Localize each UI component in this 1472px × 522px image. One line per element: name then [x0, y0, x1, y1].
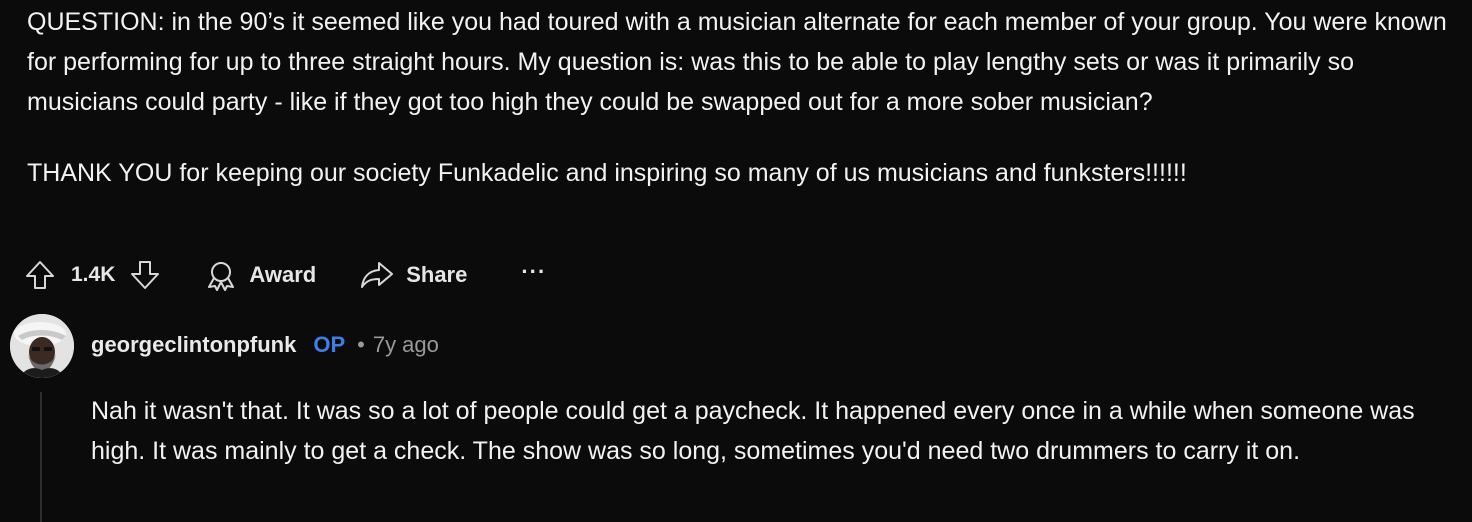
thread-line[interactable] [40, 392, 42, 522]
post-actions-bar: 1.4K Award Share ··· [24, 252, 546, 298]
reply-comment: georgeclintonpfunk OP • 7y ago Nah it wa… [0, 312, 1472, 522]
avatar[interactable] [10, 314, 74, 378]
author-username[interactable]: georgeclintonpfunk [91, 332, 296, 358]
op-badge: OP [313, 332, 346, 357]
more-icon: ··· [521, 259, 547, 284]
reply-body: Nah it wasn't that. It was so a lot of p… [91, 397, 1415, 465]
reply-timestamp[interactable]: 7y ago [373, 332, 439, 358]
share-button[interactable]: Share [360, 260, 467, 290]
share-icon [360, 260, 394, 290]
vote-score: 1.4K [71, 263, 116, 286]
meta-separator: • [357, 332, 365, 357]
award-icon [205, 259, 237, 291]
post-body: QUESTION: in the 90’s it seemed like you… [27, 2, 1447, 193]
downvote-icon[interactable] [129, 259, 161, 291]
thanks-paragraph: THANK YOU for keeping our society Funkad… [27, 159, 1187, 187]
question-paragraph: QUESTION: in the 90’s it seemed like you… [27, 8, 1447, 116]
award-label: Award [249, 262, 317, 287]
vote-controls: 1.4K [24, 259, 161, 291]
reply-meta: georgeclintonpfunk OP • 7y ago [91, 332, 439, 358]
share-label: Share [406, 262, 468, 287]
more-options-button[interactable]: ··· [521, 259, 546, 285]
award-button[interactable]: Award [205, 259, 316, 291]
upvote-icon[interactable] [24, 259, 56, 291]
